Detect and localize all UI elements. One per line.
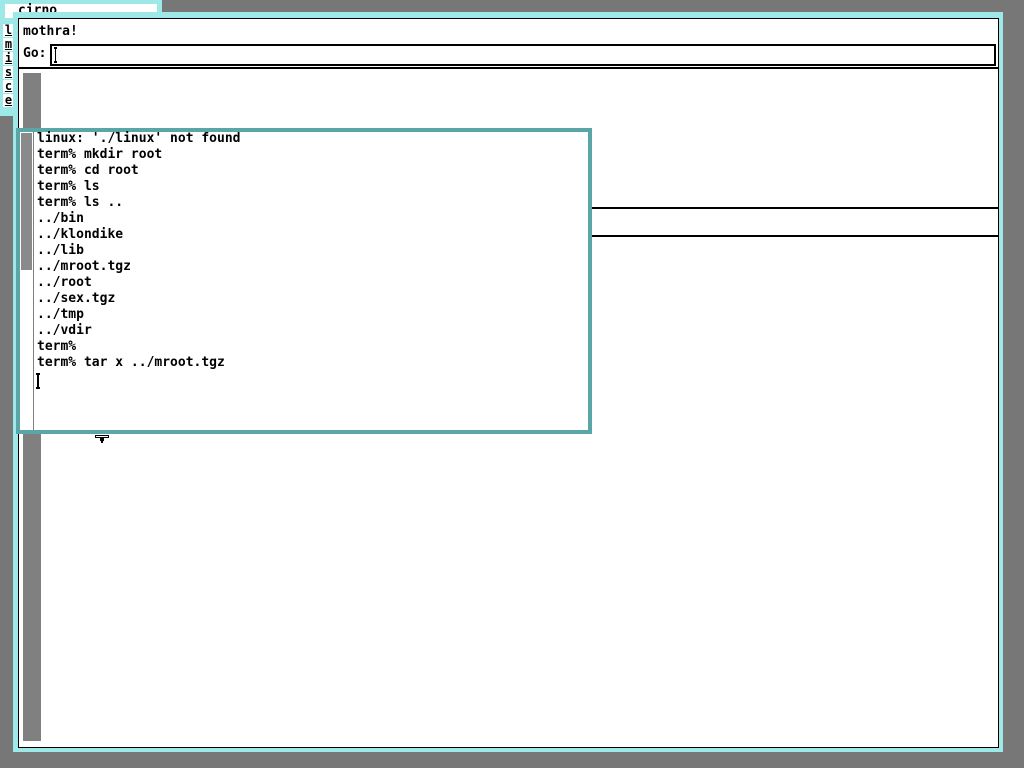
content-rule-top xyxy=(590,207,999,209)
go-url-input-field[interactable] xyxy=(51,45,995,65)
terminal-scroll-thumb[interactable] xyxy=(21,133,32,270)
terminal-line: term% cd root xyxy=(37,163,139,178)
mouse-pointer-icon xyxy=(95,428,109,443)
terminal-line: ../tmp xyxy=(37,307,84,322)
terminal-line: ../vdir xyxy=(37,323,92,338)
terminal-output: linux: './linux' not found term% mkdir r… xyxy=(37,131,241,371)
terminal-line: ../mroot.tgz xyxy=(37,259,131,274)
go-label: Go: xyxy=(23,46,47,61)
terminal-line: term% ls xyxy=(37,179,100,194)
terminal-line: term% ls .. xyxy=(37,195,124,210)
terminal-line: ../sex.tgz xyxy=(37,291,116,306)
text-cursor-icon xyxy=(54,47,57,63)
content-rule-bottom xyxy=(590,235,999,237)
header-divider xyxy=(18,67,999,69)
terminal-line: term% xyxy=(37,339,77,354)
terminal-line: term% mkdir root xyxy=(37,147,163,162)
browser-title: mothra! xyxy=(23,24,78,39)
terminal-line: linux: './linux' not found xyxy=(37,131,241,146)
terminal-line: ../root xyxy=(37,275,92,290)
terminal-line: ../klondike xyxy=(37,227,124,242)
terminal-line: ../lib xyxy=(37,243,84,258)
terminal-line: ../bin xyxy=(37,211,84,226)
terminal-line: term% tar x ../mroot.tgz xyxy=(37,355,225,370)
text-cursor-icon xyxy=(36,373,40,389)
